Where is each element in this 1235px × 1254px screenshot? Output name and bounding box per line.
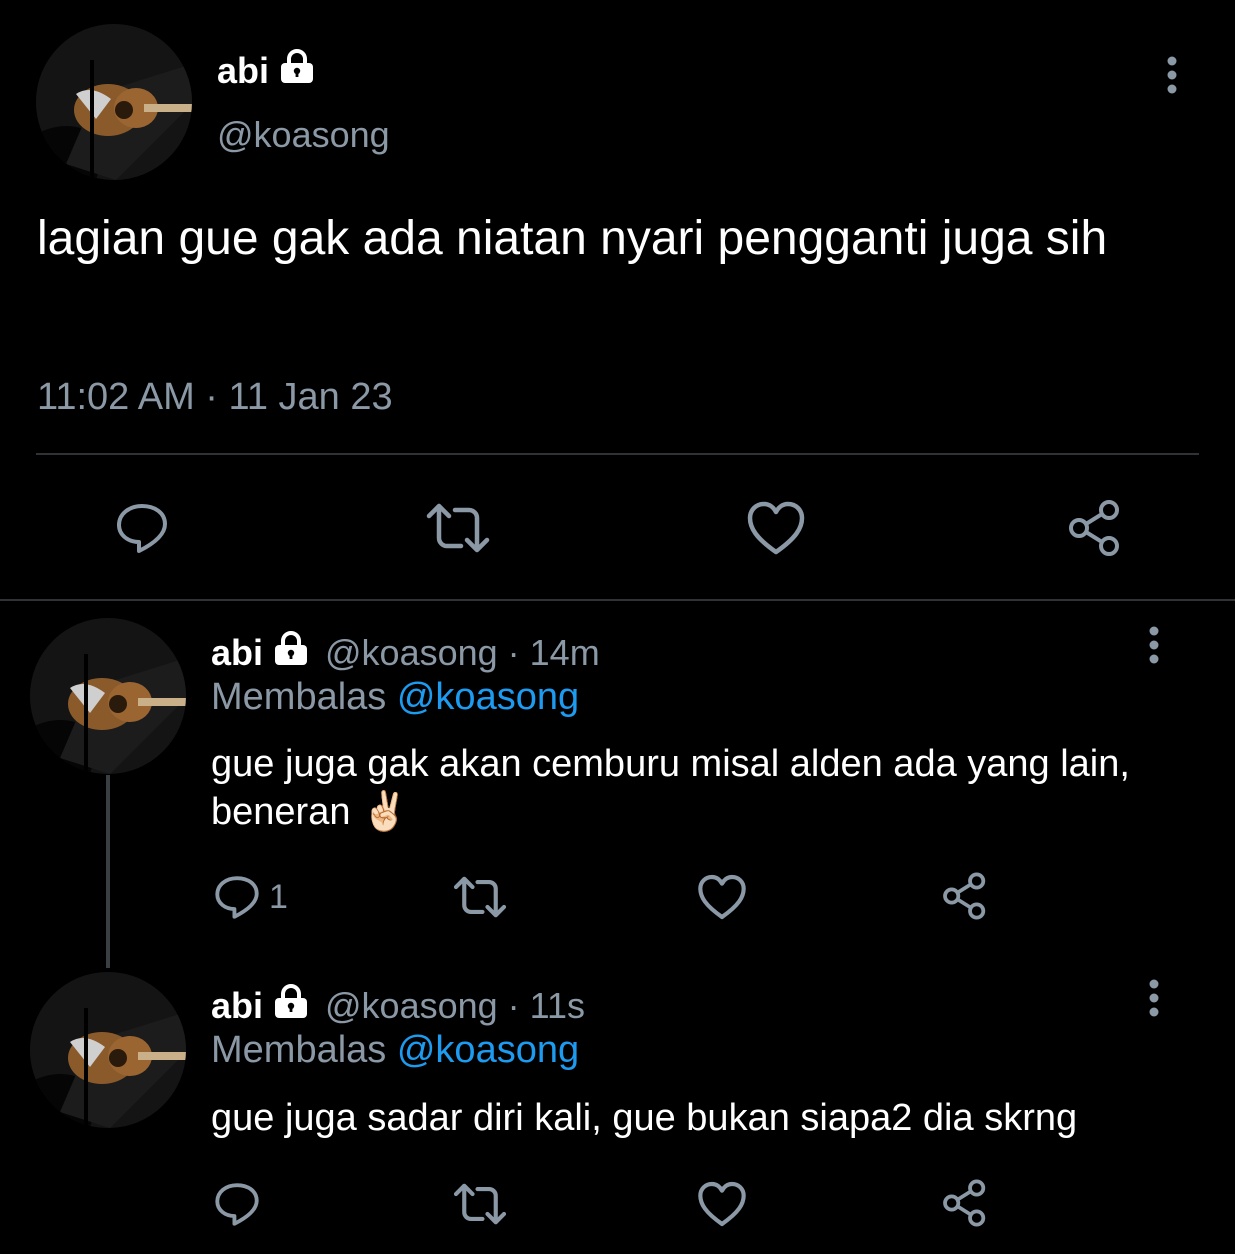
retweet-icon: [426, 503, 490, 553]
display-name[interactable]: abi: [211, 985, 263, 1027]
like-button[interactable]: [697, 873, 747, 921]
mention-link[interactable]: @koasong: [397, 1029, 579, 1071]
reply-bubble-icon: [117, 504, 167, 553]
user-handle[interactable]: @koasong: [217, 114, 390, 156]
share-button[interactable]: [1065, 498, 1125, 558]
reply-header: abi @koasong · 11s: [211, 981, 585, 1030]
reply-header: abi @koasong · 14m: [211, 628, 600, 677]
reply-time[interactable]: · 11s: [508, 985, 585, 1027]
lock-icon: [277, 46, 317, 95]
thread-connector: [106, 775, 110, 968]
lock-icon: [271, 628, 311, 677]
retweet-icon: [453, 1183, 507, 1225]
share-icon: [943, 1179, 986, 1227]
share-button[interactable]: [940, 1178, 990, 1228]
heart-icon: [698, 874, 746, 920]
replying-label: Membalas: [211, 676, 387, 718]
heart-icon: [698, 1181, 746, 1227]
display-name-text: abi: [217, 49, 270, 91]
retweet-button[interactable]: [451, 873, 509, 921]
divider: [0, 599, 1235, 601]
share-icon: [943, 872, 986, 920]
reply-time[interactable]: · 14m: [508, 632, 600, 674]
avatar[interactable]: [36, 24, 192, 180]
reply-bubble-icon: [215, 1183, 259, 1226]
heart-icon: [747, 501, 805, 555]
more-vertical-icon[interactable]: [1160, 56, 1184, 101]
reply-button[interactable]: [213, 1180, 269, 1228]
more-vertical-icon[interactable]: [1142, 626, 1166, 671]
lock-icon: [271, 981, 311, 1030]
replying-label: Membalas: [211, 1029, 387, 1071]
divider: [36, 453, 1199, 455]
share-button[interactable]: [940, 871, 990, 921]
retweet-icon: [453, 876, 507, 918]
user-handle[interactable]: @koasong: [325, 985, 498, 1027]
avatar[interactable]: [30, 972, 186, 1128]
reply-button[interactable]: [114, 500, 170, 556]
share-icon: [1069, 500, 1119, 556]
user-handle[interactable]: @koasong: [325, 632, 498, 674]
reply-text: gue juga sadar diri kali, gue bukan siap…: [211, 1097, 1078, 1139]
tweet-text: lagian gue gak ada niatan nyari penggant…: [37, 212, 1108, 265]
avatar[interactable]: [30, 618, 186, 774]
reply-button[interactable]: 1: [213, 873, 288, 921]
reply-bubble-icon: [215, 876, 259, 919]
tweet-thread-screen: abi @koasong lagian gue gak ada niatan n…: [0, 0, 1235, 1254]
tweet-timestamp[interactable]: 11:02 AM · 11 Jan 23: [37, 376, 393, 419]
retweet-button[interactable]: [423, 500, 493, 556]
more-vertical-icon[interactable]: [1142, 979, 1166, 1024]
mention-link[interactable]: @koasong: [397, 676, 579, 718]
display-name[interactable]: abi: [217, 46, 317, 95]
replying-to: Membalas @koasong: [211, 1029, 579, 1072]
like-button[interactable]: [746, 500, 806, 556]
reply-text: gue juga gak akan cemburu misal alden ad…: [211, 743, 1130, 833]
retweet-button[interactable]: [451, 1180, 509, 1228]
like-button[interactable]: [697, 1180, 747, 1228]
replying-to: Membalas @koasong: [211, 676, 579, 719]
display-name[interactable]: abi: [211, 632, 263, 674]
reply-count: 1: [269, 877, 288, 916]
